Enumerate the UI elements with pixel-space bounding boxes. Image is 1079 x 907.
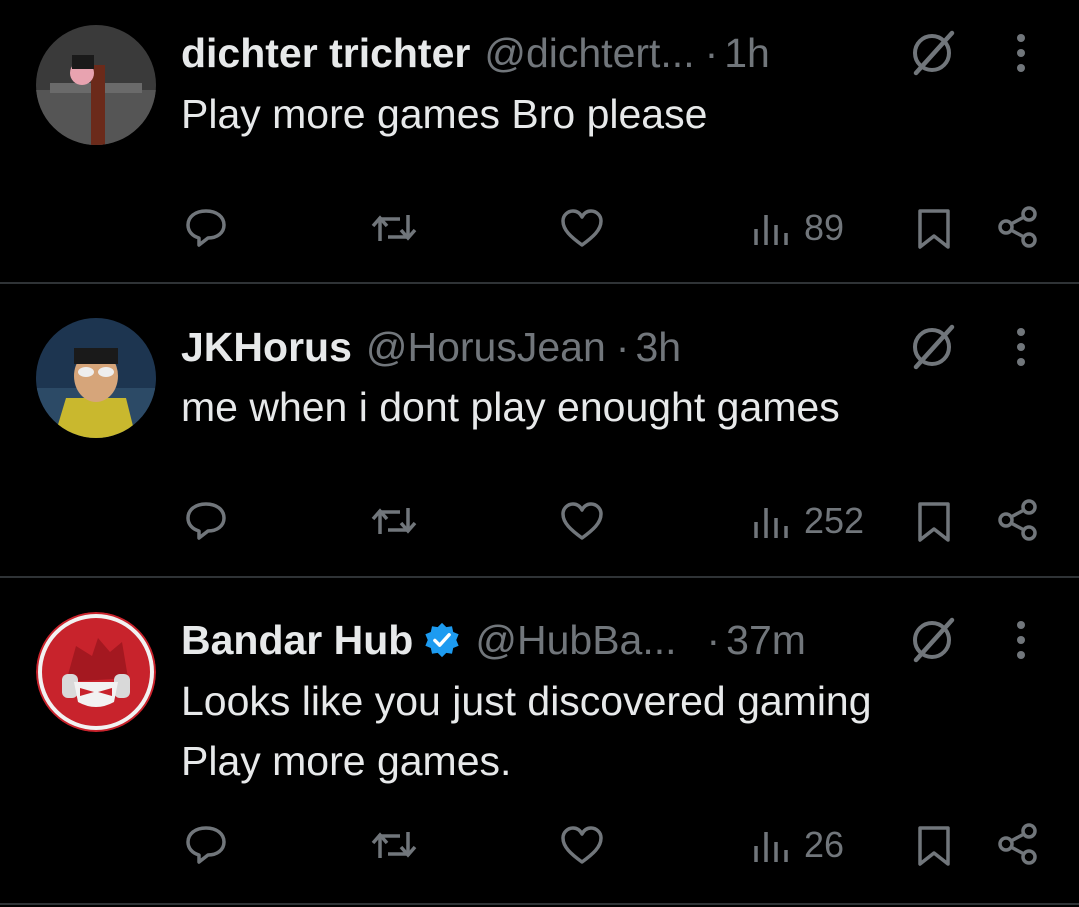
tweet-text: me when i dont play enought games (181, 377, 840, 437)
separator-dot: · (706, 616, 721, 663)
timestamp[interactable]: 3h (635, 324, 681, 371)
tweet-text-line: Looks like you just discovered gaming (181, 678, 872, 724)
share-icon (998, 206, 1037, 248)
grok-icon[interactable] (906, 614, 958, 666)
timestamp[interactable]: 1h (724, 30, 770, 77)
repost-icon (371, 508, 417, 534)
bookmark-icon (918, 502, 950, 542)
like-button[interactable] (559, 824, 605, 866)
tweet-text: Play more games Bro please (181, 84, 707, 144)
repost-button[interactable] (370, 824, 418, 866)
reply-button[interactable] (184, 500, 228, 542)
bookmark-button[interactable] (915, 824, 953, 868)
avatar-image (36, 612, 156, 732)
display-name[interactable]: dichter trichter (181, 30, 470, 77)
more-icon[interactable] (1006, 321, 1036, 373)
timestamp[interactable]: 37m (726, 617, 806, 664)
heart-icon (561, 209, 603, 247)
user-handle[interactable]: @HorusJean (366, 324, 606, 371)
share-button[interactable] (996, 498, 1042, 542)
repost-icon (371, 832, 417, 858)
reply-icon (186, 209, 226, 247)
avatar[interactable] (36, 612, 156, 732)
views-button[interactable]: 252 (752, 500, 864, 542)
avatar[interactable] (36, 25, 156, 145)
tweet-text: Looks like you just discovered gaming Pl… (181, 671, 872, 791)
view-count: 26 (804, 824, 845, 865)
repost-button[interactable] (370, 207, 418, 249)
tweet-header: Bandar Hub @HubBa... · 37m (181, 615, 806, 665)
views-icon (754, 215, 788, 245)
user-handle[interactable]: @HubBa... (475, 617, 676, 664)
reply-button[interactable] (184, 207, 228, 249)
share-button[interactable] (996, 822, 1042, 866)
share-button[interactable] (996, 205, 1042, 249)
display-name[interactable]: JKHorus (181, 324, 352, 371)
heart-icon (561, 826, 603, 864)
view-count: 89 (804, 207, 845, 248)
tweet-text-line: Play more games. (181, 738, 512, 784)
reply-icon (186, 826, 226, 864)
bookmark-icon (918, 209, 950, 249)
divider (0, 576, 1079, 578)
bookmark-button[interactable] (915, 207, 953, 251)
repost-icon (371, 215, 417, 241)
repost-button[interactable] (370, 500, 418, 542)
tweet-text-line: me when i dont play enought games (181, 384, 840, 430)
separator-dot: · (615, 323, 630, 370)
tweet-header: JKHorus @HorusJean · 3h (181, 322, 681, 372)
bookmark-button[interactable] (915, 500, 953, 544)
like-button[interactable] (559, 207, 605, 249)
tweet-text-line: Play more games Bro please (181, 91, 708, 137)
divider (0, 903, 1079, 905)
divider (0, 282, 1079, 284)
views-icon (754, 832, 788, 862)
reply-icon (186, 502, 226, 540)
heart-icon (561, 502, 603, 540)
avatar-image (36, 25, 156, 145)
share-icon (998, 499, 1037, 541)
more-icon[interactable] (1006, 27, 1036, 79)
verified-badge-icon (425, 622, 459, 658)
grok-icon[interactable] (906, 321, 958, 373)
avatar[interactable] (36, 318, 156, 438)
views-button[interactable]: 89 (752, 207, 844, 249)
separator-dot: · (704, 29, 719, 76)
grok-icon[interactable] (906, 27, 958, 79)
views-button[interactable]: 26 (752, 824, 844, 866)
reply-button[interactable] (184, 824, 228, 866)
tweet-header: dichter trichter @dichtert... · 1h (181, 28, 770, 78)
views-icon (754, 508, 788, 538)
display-name[interactable]: Bandar Hub (181, 617, 413, 664)
share-icon (998, 823, 1037, 865)
avatar-image (36, 318, 156, 438)
more-icon[interactable] (1006, 614, 1036, 666)
view-count: 252 (804, 500, 865, 541)
user-handle[interactable]: @dichtert... (484, 30, 694, 77)
like-button[interactable] (559, 500, 605, 542)
bookmark-icon (918, 826, 950, 866)
